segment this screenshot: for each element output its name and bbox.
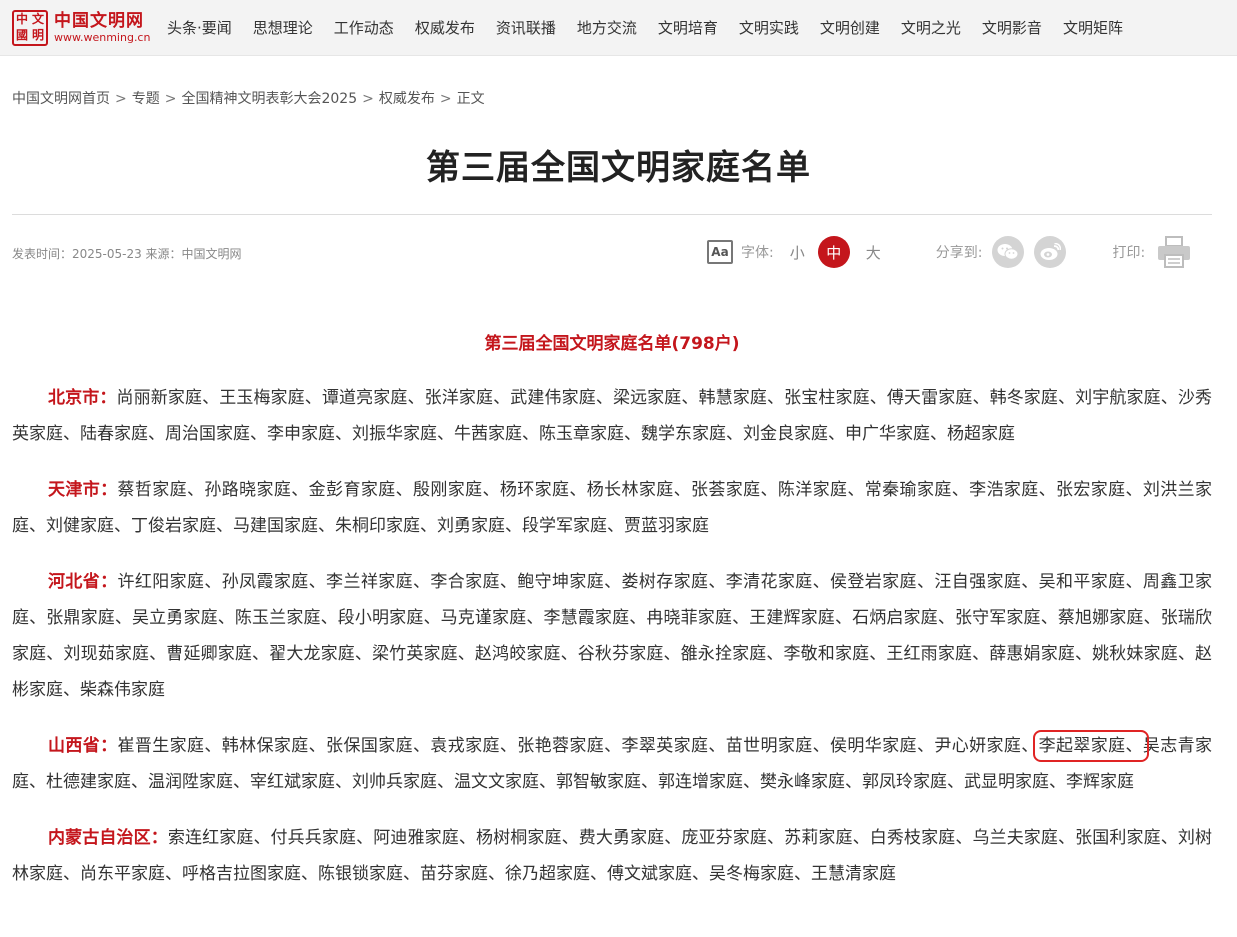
province-label: 河北省： bbox=[48, 572, 118, 592]
main-nav: 头条·要闻 思想理论 工作动态 权威发布 资讯联播 地方交流 文明培育 文明实践… bbox=[167, 17, 1144, 38]
family-list: 尚丽新家庭、王玉梅家庭、谭道亮家庭、张洋家庭、武建伟家庭、梁远家庭、韩慧家庭、张… bbox=[12, 388, 1213, 444]
nav-item-news-broadcast[interactable]: 资讯联播 bbox=[496, 17, 556, 38]
province-paragraph-beijing: 北京市：尚丽新家庭、王玉梅家庭、谭道亮家庭、张洋家庭、武建伟家庭、梁远家庭、韩慧… bbox=[12, 380, 1212, 452]
province-paragraph-shanxi: 山西省：崔晋生家庭、韩林保家庭、张保国家庭、袁戎家庭、张艳蓉家庭、李翠英家庭、苗… bbox=[12, 728, 1212, 800]
publish-info: 发表时间：2025-05-23 来源：中国文明网 bbox=[12, 247, 242, 261]
list-subtitle: 第三届全国文明家庭名单(798户) bbox=[484, 334, 740, 354]
family-list: 许红阳家庭、孙凤霞家庭、李兰祥家庭、李合家庭、鲍守坤家庭、娄树存家庭、李清花家庭… bbox=[12, 572, 1212, 700]
page-title: 第三届全国文明家庭名单 bbox=[426, 148, 811, 188]
family-list: 蔡哲家庭、孙路晓家庭、金彭育家庭、殷刚家庭、杨环家庭、杨长林家庭、张荟家庭、陈洋… bbox=[12, 480, 1212, 536]
font-size-medium-button[interactable]: 中 bbox=[817, 236, 850, 268]
logo-text: 中国文明网 www.wenming.cn bbox=[54, 11, 150, 44]
nav-item-local-exchange[interactable]: 地方交流 bbox=[577, 17, 637, 38]
font-size-label: 字体: bbox=[741, 245, 774, 261]
font-size-large-button[interactable]: 大 bbox=[866, 242, 881, 263]
seal-char: 中 bbox=[15, 11, 28, 26]
share-label: 分享到: bbox=[935, 245, 983, 261]
print-label: 打印: bbox=[1112, 245, 1146, 261]
breadcrumb-home[interactable]: 中国文明网首页 bbox=[12, 91, 110, 107]
province-paragraph-neimenggu: 内蒙古自治区：索连红家庭、付兵兵家庭、阿迪雅家庭、杨树桐家庭、费大勇家庭、庞亚芬… bbox=[12, 820, 1212, 892]
logo-name: 中国文明网 bbox=[54, 11, 144, 31]
article-body: 第三届全国文明家庭名单(798户) 北京市：尚丽新家庭、王玉梅家庭、谭道亮家庭、… bbox=[12, 326, 1212, 912]
nav-item-headlines[interactable]: 头条·要闻 bbox=[167, 17, 232, 38]
breadcrumb-topic[interactable]: 专题 bbox=[132, 91, 160, 107]
font-size-small-button[interactable]: 小 bbox=[790, 242, 805, 263]
breadcrumb: 中国文明网首页 > 专题 > 全国精神文明表彰大会2025 > 权威发布 > 正文 bbox=[12, 88, 485, 108]
breadcrumb-conference[interactable]: 全国精神文明表彰大会2025 bbox=[181, 91, 357, 107]
seal-char: 明 bbox=[31, 27, 44, 42]
nav-item-official-release[interactable]: 权威发布 bbox=[415, 17, 475, 38]
logo-seal-icon: 中 文 國 明 bbox=[12, 9, 48, 46]
printer-icon[interactable] bbox=[1157, 236, 1191, 268]
province-label: 内蒙古自治区： bbox=[48, 828, 168, 848]
wechat-icon[interactable] bbox=[992, 236, 1025, 268]
title-divider bbox=[12, 214, 1212, 215]
breadcrumb-separator: > bbox=[439, 91, 452, 107]
nav-item-media[interactable]: 文明影音 bbox=[982, 17, 1042, 38]
top-navbar: 中 文 國 明 中国文明网 www.wenming.cn 头条·要闻 思想理论 … bbox=[0, 0, 1237, 56]
nav-item-practice[interactable]: 文明实践 bbox=[739, 17, 799, 38]
nav-item-matrix[interactable]: 文明矩阵 bbox=[1063, 17, 1123, 38]
nav-item-light[interactable]: 文明之光 bbox=[901, 17, 961, 38]
province-paragraph-tianjin: 天津市：蔡哲家庭、孙路晓家庭、金彭育家庭、殷刚家庭、杨环家庭、杨长林家庭、张荟家… bbox=[12, 472, 1212, 544]
nav-item-cultivation[interactable]: 文明培育 bbox=[658, 17, 718, 38]
logo-url: www.wenming.cn bbox=[54, 31, 151, 44]
seal-char: 國 bbox=[15, 27, 28, 42]
family-list: 索连红家庭、付兵兵家庭、阿迪雅家庭、杨树桐家庭、费大勇家庭、庞亚芬家庭、苏莉家庭… bbox=[12, 828, 1213, 884]
breadcrumb-separator: > bbox=[164, 91, 177, 107]
font-size-icon: Aa bbox=[707, 240, 733, 264]
breadcrumb-separator: > bbox=[115, 91, 127, 107]
weibo-icon[interactable] bbox=[1034, 236, 1067, 268]
breadcrumb-current: 正文 bbox=[456, 91, 485, 107]
site-logo[interactable]: 中 文 國 明 中国文明网 www.wenming.cn bbox=[12, 9, 152, 46]
nav-item-work-news[interactable]: 工作动态 bbox=[334, 17, 394, 38]
article-tools: Aa 字体: 小 中 大 分享到: 打印: bbox=[707, 236, 1191, 268]
breadcrumb-release[interactable]: 权威发布 bbox=[379, 91, 435, 107]
province-label: 天津市： bbox=[48, 480, 118, 500]
province-label: 北京市： bbox=[48, 388, 117, 408]
family-list: 崔晋生家庭、韩林保家庭、张保国家庭、袁戎家庭、张艳蓉家庭、李翠英家庭、苗世明家庭… bbox=[117, 736, 1039, 756]
seal-char: 文 bbox=[31, 11, 44, 26]
province-label: 山西省： bbox=[48, 736, 118, 756]
highlighted-family: 李起翠家庭、 bbox=[1032, 730, 1149, 762]
nav-item-theory[interactable]: 思想理论 bbox=[253, 17, 313, 38]
province-paragraph-hebei: 河北省：许红阳家庭、孙凤霞家庭、李兰祥家庭、李合家庭、鲍守坤家庭、娄树存家庭、李… bbox=[12, 564, 1212, 708]
breadcrumb-separator: > bbox=[362, 91, 374, 107]
nav-item-creation[interactable]: 文明创建 bbox=[820, 17, 880, 38]
